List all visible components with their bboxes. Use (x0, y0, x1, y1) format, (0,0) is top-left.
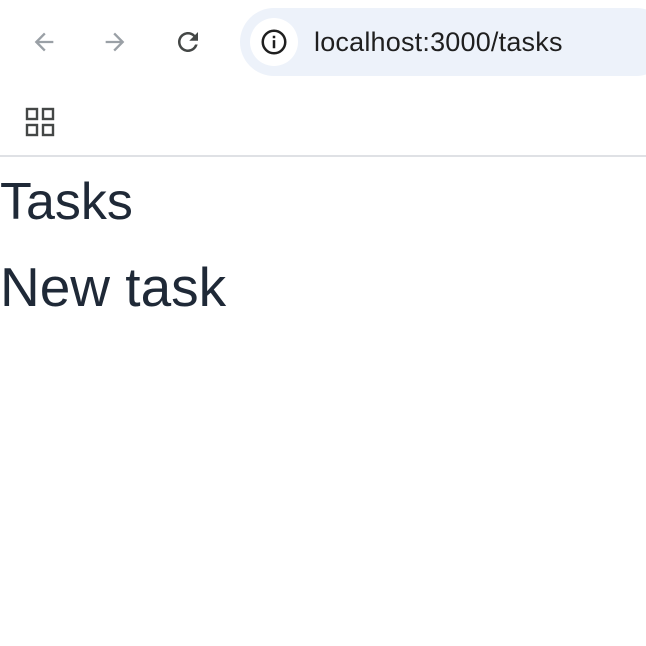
url-text[interactable]: localhost:3000/tasks (314, 27, 563, 58)
apps-button[interactable] (20, 102, 60, 142)
reload-button[interactable] (166, 20, 210, 64)
back-button[interactable] (22, 20, 66, 64)
bookmarks-bar (0, 84, 646, 156)
info-circle-icon (261, 29, 287, 55)
browser-toolbar: localhost:3000/tasks (0, 0, 646, 84)
forward-button[interactable] (93, 20, 137, 64)
arrow-left-icon (34, 32, 54, 52)
apps-grid-icon (25, 107, 55, 137)
new-task-link[interactable]: New task (0, 256, 226, 318)
arrow-right-icon (105, 32, 125, 52)
site-info-button[interactable] (250, 18, 298, 66)
address-bar[interactable]: localhost:3000/tasks (240, 8, 646, 76)
page-content: Tasks New task (0, 158, 646, 646)
page-title: Tasks (0, 173, 133, 231)
reload-icon (178, 32, 198, 52)
browser-chrome: localhost:3000/tasks (0, 0, 646, 157)
